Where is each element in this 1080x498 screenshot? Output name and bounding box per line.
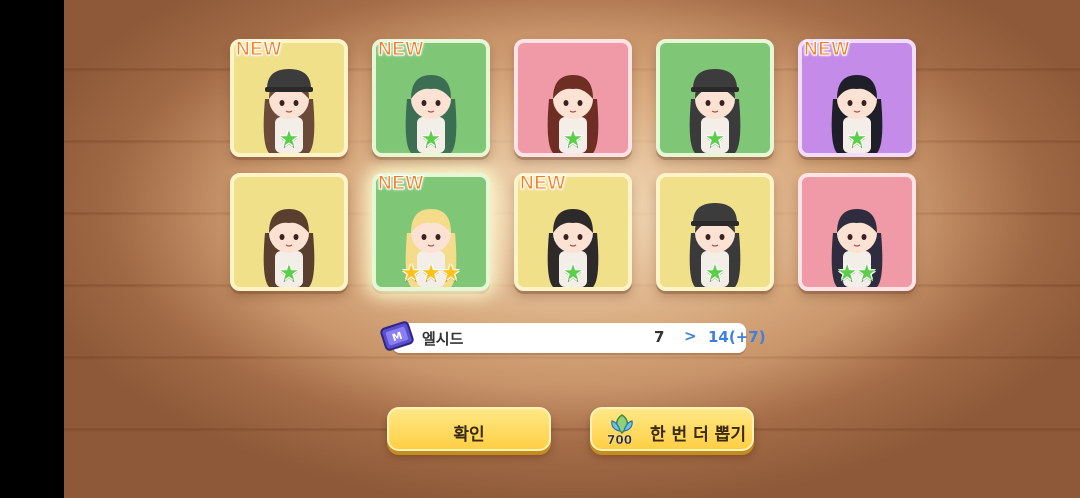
- star-icon: ★: [279, 127, 299, 152]
- star-rating: ★: [563, 263, 583, 285]
- leaf-crystal-icon: [611, 414, 633, 435]
- draw-again-button-label: 한 번 더 뽑기: [650, 425, 746, 445]
- star-rating: ★: [705, 129, 725, 151]
- resource-name: 엘시드: [422, 330, 464, 348]
- draw-again-button[interactable]: 700 한 번 더 뽑기: [590, 407, 754, 451]
- elsid-ticket-icon: M: [380, 321, 414, 351]
- star-icon: ★: [279, 261, 299, 286]
- star-icon: ★: [705, 261, 725, 286]
- character-card[interactable]: ★: [514, 39, 632, 157]
- star-rating: ★: [279, 129, 299, 151]
- draw-cost-value: 700: [607, 433, 633, 447]
- star-icon: ★: [837, 261, 857, 286]
- star-rating: ★: [421, 129, 441, 151]
- star-icon: ★: [440, 261, 461, 286]
- star-icon: ★: [401, 261, 422, 286]
- character-card[interactable]: NEW ★: [798, 39, 916, 157]
- star-icon: ★: [421, 261, 441, 286]
- character-card[interactable]: NEW ★: [230, 39, 348, 157]
- resource-arrow: >: [684, 327, 697, 345]
- character-card[interactable]: ★: [656, 39, 774, 157]
- character-card[interactable]: NEW ★ ★ ★: [372, 173, 490, 291]
- star-rating: ★: [563, 129, 583, 151]
- character-card[interactable]: ★: [230, 173, 348, 291]
- star-icon: ★: [563, 261, 583, 286]
- resource-old-count: 7: [654, 328, 665, 346]
- new-badge: NEW: [804, 39, 850, 61]
- confirm-button-label: 확인: [453, 425, 485, 445]
- star-rating: ★: [279, 263, 299, 285]
- star-icon: ★: [563, 127, 583, 152]
- star-icon: ★: [857, 261, 877, 286]
- character-card[interactable]: NEW ★: [514, 173, 632, 291]
- new-badge: NEW: [236, 39, 282, 61]
- star-rating: ★ ★ ★: [401, 263, 460, 285]
- new-badge: NEW: [378, 173, 424, 195]
- character-card[interactable]: NEW ★: [372, 39, 490, 157]
- confirm-button[interactable]: 확인: [387, 407, 551, 451]
- star-rating: ★: [847, 129, 867, 151]
- resource-new-count: 14(+7): [708, 328, 766, 346]
- character-card[interactable]: ★: [656, 173, 774, 291]
- character-card[interactable]: ★ ★: [798, 173, 916, 291]
- star-icon: ★: [847, 127, 867, 152]
- new-badge: NEW: [378, 39, 424, 61]
- gacha-result-screen: NEW ★ NEW ★ ★ ★ NEW ★ ★ NEW ★ ★ ★ NEW ★ ★ ★ ★ M 엘시드 7 > 1…: [64, 0, 1080, 498]
- new-badge: NEW: [520, 173, 566, 195]
- resource-bar: M 엘시드 7 > 14(+7): [380, 321, 766, 353]
- star-rating: ★: [705, 263, 725, 285]
- star-icon: ★: [705, 127, 725, 152]
- star-icon: ★: [421, 127, 441, 152]
- star-rating: ★ ★: [837, 263, 876, 285]
